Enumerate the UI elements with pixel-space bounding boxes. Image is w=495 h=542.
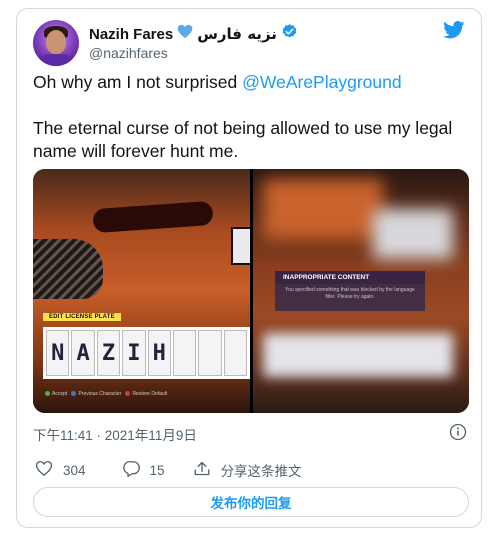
share-button[interactable]: 分享这条推文: [193, 460, 302, 480]
plate-char: N: [46, 330, 70, 376]
plate-char: Z: [96, 330, 121, 376]
tweet-timestamp[interactable]: 下午11:41 · 2021年11月9日: [33, 424, 197, 444]
display-name[interactable]: Nazih Fares: [89, 26, 173, 43]
reply-count-button[interactable]: 15: [122, 460, 165, 480]
info-icon[interactable]: [449, 423, 467, 446]
blurred-plate-editor: [263, 333, 453, 377]
controller-hints: Accept Previous Character Restore Defaul…: [45, 391, 167, 397]
tweet-line-1: Oh why am I not surprised @WeArePlaygrou…: [33, 71, 463, 94]
blue-heart-icon: [177, 24, 193, 44]
blurred-plate: [373, 209, 453, 259]
like-button[interactable]: 304: [35, 460, 86, 480]
car-rear-plate: [231, 227, 250, 265]
hint-restore: Restore Default: [132, 391, 168, 397]
post-reply-button[interactable]: 发布你的回复: [33, 487, 469, 517]
plate-char: A: [71, 330, 95, 376]
mention-link[interactable]: @WeArePlayground: [242, 72, 401, 92]
plate-char: H: [147, 330, 171, 376]
arabic-name[interactable]: نزيه فارس: [197, 25, 277, 43]
tweet-line-1-text: Oh why am I not surprised: [33, 72, 243, 92]
blurred-car-body: [263, 179, 383, 239]
heart-icon: [35, 460, 53, 480]
author-name-row[interactable]: Nazih Fares نزيه فارس: [89, 23, 298, 45]
car-grille: [33, 239, 103, 299]
tweet-card: Nazih Fares نزيه فارس @nazihfares Oh why…: [16, 8, 482, 528]
tweet-text: Oh why am I not surprised @WeArePlaygrou…: [33, 71, 463, 163]
car-taillight: [92, 200, 214, 234]
media-image-inappropriate-content[interactable]: INAPPROPRIATE CONTENT You specified some…: [253, 169, 469, 413]
reply-bubble-icon: [122, 460, 140, 480]
like-count: 304: [63, 462, 86, 478]
hint-accept: Accept: [52, 391, 68, 397]
avatar[interactable]: [33, 20, 79, 66]
plate-char: [172, 330, 197, 376]
plate-char: [198, 330, 222, 376]
plate-char: [223, 330, 247, 376]
tweet-actions: 304 15 分享这条推文: [35, 460, 302, 480]
edit-license-plate-label: EDIT LICENSE PLATE: [43, 313, 121, 321]
verified-badge-icon: [281, 23, 298, 45]
dialog-body: You specified something that was blocked…: [285, 287, 415, 300]
share-label: 分享这条推文: [220, 464, 302, 479]
tweet-media[interactable]: EDIT LICENSE PLATE N A Z I H Accept Prev…: [33, 169, 469, 413]
reply-count: 15: [149, 462, 165, 478]
twitter-bird-icon[interactable]: [443, 21, 465, 44]
share-upload-icon: [193, 460, 211, 480]
inappropriate-content-dialog: INAPPROPRIATE CONTENT You specified some…: [275, 271, 425, 311]
hint-previous: Previous Character: [78, 391, 122, 397]
plate-char: I: [122, 330, 146, 376]
license-plate-editor: N A Z I H: [43, 327, 250, 379]
tweet-line-2: The eternal curse of not being allowed t…: [33, 118, 453, 161]
dialog-title: INAPPROPRIATE CONTENT: [275, 271, 425, 284]
author-handle[interactable]: @nazihfares: [89, 45, 168, 61]
media-image-license-plate[interactable]: EDIT LICENSE PLATE N A Z I H Accept Prev…: [33, 169, 250, 413]
